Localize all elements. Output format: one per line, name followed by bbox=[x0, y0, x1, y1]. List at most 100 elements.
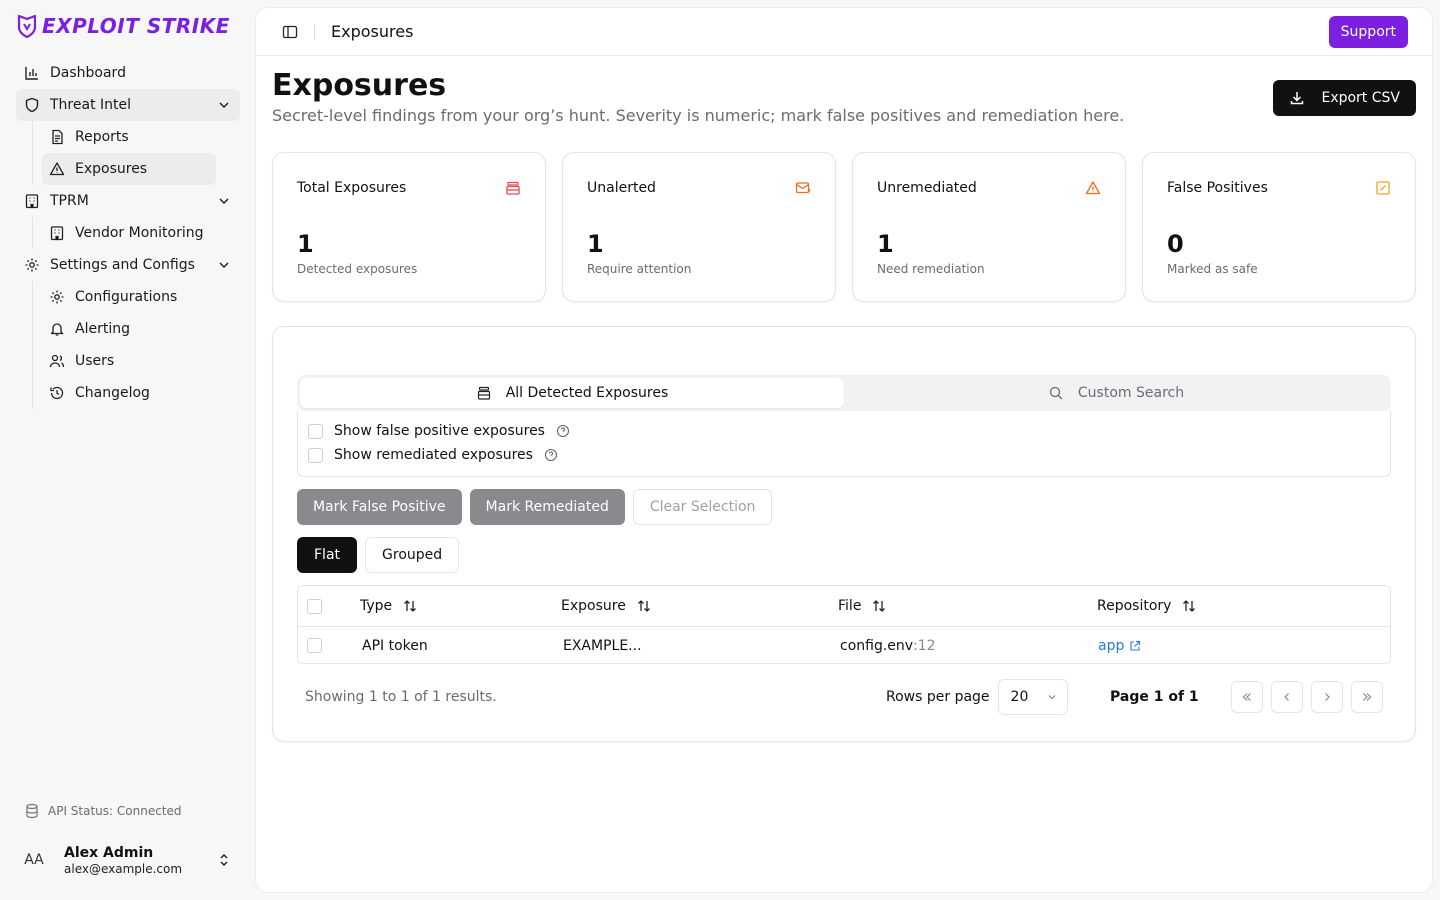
file-name: config.env bbox=[840, 637, 914, 654]
alert-triangle-icon bbox=[49, 162, 65, 176]
repository-name: app bbox=[1098, 637, 1125, 654]
chevron-down-icon bbox=[1048, 695, 1056, 700]
topbar-separator bbox=[314, 23, 315, 40]
sidebar-item-label: Alerting bbox=[75, 321, 130, 337]
api-status-text: API Status: Connected bbox=[48, 804, 182, 818]
first-page-button[interactable] bbox=[1231, 681, 1263, 713]
mail-alert-icon bbox=[795, 182, 811, 194]
tab-all-detected-exposures[interactable]: All Detected Exposures bbox=[300, 378, 844, 408]
tprm-submenu: Vendor Monitoring bbox=[32, 217, 240, 249]
external-link-icon bbox=[1130, 640, 1141, 651]
tab-custom-search[interactable]: Custom Search bbox=[844, 378, 1388, 408]
chevrons-up-down-icon[interactable] bbox=[216, 852, 232, 868]
download-icon bbox=[1291, 92, 1304, 105]
last-page-button[interactable] bbox=[1351, 681, 1383, 713]
sidebar-item-label: Vendor Monitoring bbox=[75, 225, 204, 241]
shield-icon bbox=[25, 97, 39, 113]
sidebar-item-label: Users bbox=[75, 353, 115, 369]
sidebar-item-tprm[interactable]: TPRM bbox=[16, 185, 240, 217]
sidebar-item-configurations[interactable]: Configurations bbox=[42, 281, 216, 313]
user-email: alex@example.com bbox=[64, 861, 183, 876]
tab-label: Custom Search bbox=[1077, 385, 1185, 401]
stat-cards: Total Exposures 1 Detected exposures Una… bbox=[272, 152, 1416, 302]
brand-logo[interactable]: EXPLOIT STRIKE bbox=[16, 14, 230, 38]
column-header-exposure[interactable]: Exposure bbox=[561, 586, 652, 626]
grouped-view-button[interactable]: Grouped bbox=[365, 537, 460, 573]
sidebar-item-changelog[interactable]: Changelog bbox=[42, 377, 216, 409]
repository-link[interactable]: app bbox=[1098, 638, 1141, 654]
help-circle-icon[interactable] bbox=[543, 447, 559, 463]
flat-view-button[interactable]: Flat bbox=[297, 537, 358, 573]
sidebar-item-label: Configurations bbox=[75, 289, 178, 305]
exposure-tabs: All Detected Exposures Custom Search bbox=[297, 375, 1391, 411]
sidebar-item-threat-intel[interactable]: Threat Intel bbox=[16, 89, 240, 121]
main-panel: Exposures Support Exposures Secret-level… bbox=[256, 8, 1432, 892]
sidebar-nav: Dashboard Threat Intel Reports Exposures… bbox=[16, 57, 240, 409]
building-icon bbox=[25, 194, 39, 209]
sidebar-item-dashboard[interactable]: Dashboard bbox=[16, 57, 240, 89]
row-select-cell bbox=[307, 627, 322, 664]
sidebar-item-users[interactable]: Users bbox=[42, 345, 216, 377]
sidebar-item-label: Settings and Configs bbox=[50, 257, 195, 273]
exposures-panel: All Detected Exposures Custom Search Sho… bbox=[272, 326, 1416, 742]
topbar: Exposures bbox=[256, 8, 1432, 56]
column-header-file[interactable]: File bbox=[838, 586, 887, 626]
view-toggle: Flat Grouped bbox=[297, 537, 460, 573]
sidebar-item-alerting[interactable]: Alerting bbox=[42, 313, 216, 345]
clear-selection-button[interactable]: Clear Selection bbox=[632, 489, 773, 525]
sidebar-item-exposures[interactable]: Exposures bbox=[42, 153, 216, 185]
sort-icon bbox=[404, 600, 417, 612]
column-label: Repository bbox=[1097, 598, 1172, 614]
stat-note: Marked as safe bbox=[1167, 262, 1258, 276]
filter-options: Show false positive exposures Show remed… bbox=[297, 411, 1391, 477]
column-label: File bbox=[838, 598, 862, 614]
row-select-checkbox[interactable] bbox=[307, 638, 322, 653]
stat-card-total-exposures: Total Exposures 1 Detected exposures bbox=[272, 152, 546, 302]
sidebar-item-label: Threat Intel bbox=[50, 97, 131, 113]
mark-remediated-button[interactable]: Mark Remediated bbox=[469, 489, 625, 525]
sidebar-item-settings-and-configs[interactable]: Settings and Configs bbox=[16, 249, 240, 281]
sidebar-item-vendor-monitoring[interactable]: Vendor Monitoring bbox=[42, 217, 216, 249]
help-circle-icon[interactable] bbox=[555, 423, 571, 439]
users-icon bbox=[49, 354, 65, 368]
sort-icon bbox=[637, 600, 650, 612]
stat-note: Need remediation bbox=[877, 262, 985, 276]
stat-card-unremediated: Unremediated 1 Need remediation bbox=[852, 152, 1126, 302]
cell-type: API token bbox=[362, 637, 428, 654]
database-icon bbox=[506, 181, 520, 195]
show-false-positive-checkbox[interactable] bbox=[308, 423, 323, 439]
next-page-button[interactable] bbox=[1311, 681, 1343, 713]
column-header-repository[interactable]: Repository bbox=[1097, 586, 1197, 626]
file-text-icon bbox=[52, 129, 63, 145]
table-row[interactable]: API token EXAMPLE... config.env:12 app bbox=[298, 627, 1390, 664]
column-header-type[interactable]: Type bbox=[360, 586, 418, 626]
show-remediated-checkbox[interactable] bbox=[308, 447, 323, 463]
brand-name: EXPLOIT STRIKE bbox=[42, 14, 230, 38]
column-label: Type bbox=[360, 598, 393, 614]
sidebar-item-label: Changelog bbox=[75, 385, 150, 401]
stat-value: 1 bbox=[587, 230, 604, 258]
sidebar-item-label: TPRM bbox=[50, 193, 89, 209]
sort-icon bbox=[1183, 600, 1196, 612]
stat-note: Require attention bbox=[587, 262, 692, 276]
search-icon bbox=[1049, 386, 1063, 400]
sidebar-item-label: Exposures bbox=[75, 161, 148, 177]
gear-icon bbox=[25, 258, 39, 272]
rows-per-page-select[interactable]: 20 bbox=[997, 679, 1068, 715]
filter-false-positive: Show false positive exposures bbox=[308, 423, 571, 439]
sidebar-toggle-icon[interactable] bbox=[282, 24, 298, 40]
chevron-down-icon bbox=[219, 198, 229, 205]
stat-value: 1 bbox=[297, 230, 314, 258]
previous-page-button[interactable] bbox=[1271, 681, 1303, 713]
user-info: Alex Admin alex@example.com bbox=[64, 845, 182, 876]
support-button[interactable]: Support bbox=[1328, 16, 1408, 48]
user-menu[interactable]: AA Alex Admin alex@example.com bbox=[16, 836, 240, 884]
mark-false-positive-button[interactable]: Mark False Positive bbox=[297, 489, 462, 525]
select-all-checkbox[interactable] bbox=[307, 598, 322, 614]
chevron-down-icon bbox=[219, 102, 229, 109]
stat-value: 1 bbox=[877, 230, 894, 258]
sidebar-item-reports[interactable]: Reports bbox=[42, 121, 216, 153]
filter-label: Show false positive exposures bbox=[334, 423, 545, 439]
table-footer: Showing 1 to 1 of 1 results. Rows per pa… bbox=[297, 679, 1391, 715]
export-csv-button[interactable]: Export CSV bbox=[1273, 80, 1416, 116]
